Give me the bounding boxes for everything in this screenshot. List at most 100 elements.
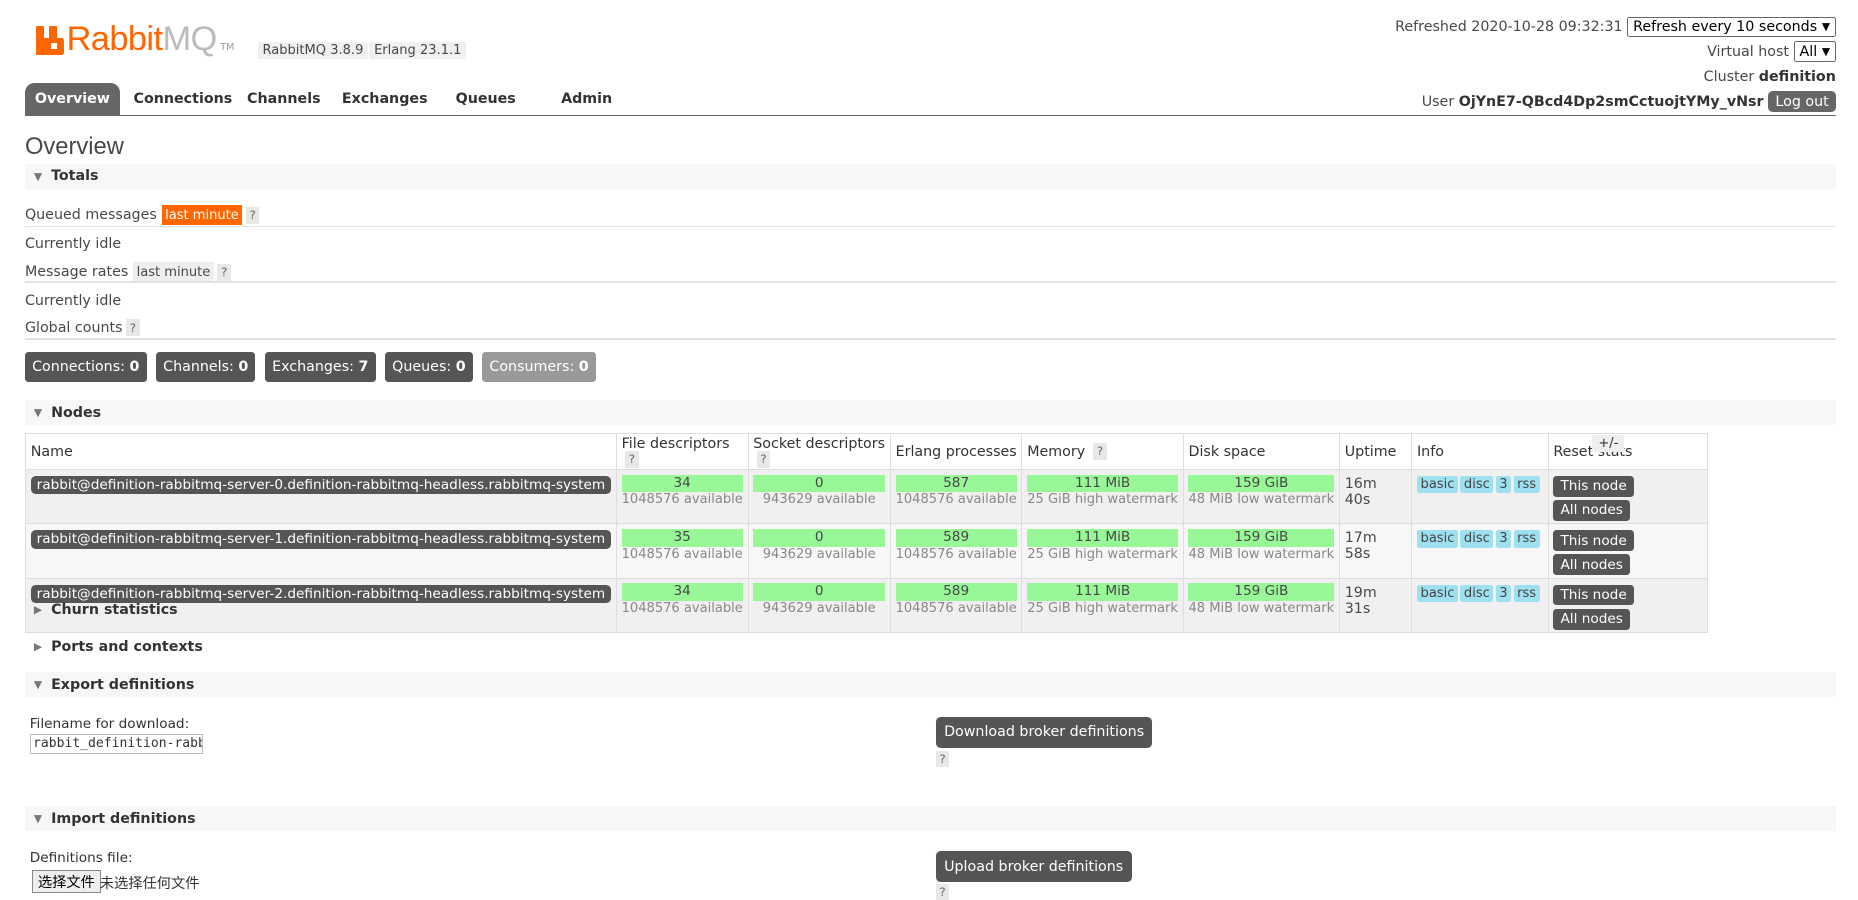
help-button[interactable]: ?	[217, 264, 231, 281]
node-name-link[interactable]: rabbit@definition-rabbitmq-server-0.defi…	[30, 475, 612, 495]
nodes-section-header[interactable]: ▼ Nodes	[24, 400, 1836, 426]
ep-available: 1048576 available	[895, 492, 1017, 508]
tab-admin[interactable]: Admin	[528, 83, 644, 116]
tab-divider	[24, 115, 1836, 117]
filename-input[interactable]: rabbit_definition-rabbitmq-server	[29, 733, 203, 754]
global-counts: Connections: 0 Channels: 0 Exchanges: 7 …	[24, 351, 605, 382]
help-button[interactable]: ?	[126, 319, 140, 336]
global-counts-row: Global counts ?	[25, 319, 140, 336]
vhost-label: Virtual host	[1707, 43, 1789, 60]
tab-connections[interactable]: Connections	[125, 83, 241, 116]
filename-label: Filename for download:	[29, 716, 190, 733]
node-name-link[interactable]: rabbit@definition-rabbitmq-server-1.defi…	[30, 530, 612, 549]
node-name-cell: rabbit@definition-rabbitmq-server-0.defi…	[24, 468, 617, 525]
sd-available: 943629 available	[762, 492, 876, 508]
fd-bar: 35	[621, 528, 743, 547]
info-tag: 3	[1495, 530, 1512, 548]
tab-channels[interactable]: Channels	[226, 83, 342, 116]
info-cell: basic disc 3 rss	[1411, 523, 1549, 579]
col-erlang-processes: Erlang processes	[889, 433, 1023, 470]
info-tag: disc	[1460, 530, 1494, 548]
page: RabbitMQ TM RabbitMQ 3.8.9 Erlang 23.1.1…	[0, 0, 1857, 900]
logout-button[interactable]: Log out	[1768, 91, 1836, 112]
reset-all-nodes-button[interactable]: All nodes	[1553, 500, 1630, 521]
reset-this-node-button[interactable]: This node	[1553, 530, 1634, 551]
help-button[interactable]: ?	[245, 207, 260, 224]
sd-cell: 0 943629 available	[747, 468, 891, 525]
churn-section-header[interactable]: ▶ Churn statistics	[25, 597, 1836, 622]
triangle-down-icon: ▼	[33, 678, 43, 692]
message-rates-row: Message rates last minute ?	[25, 262, 231, 283]
col-reset-stats: Reset stats	[1547, 433, 1708, 470]
rabbitmq-version: RabbitMQ 3.8.9	[257, 41, 369, 59]
help-button[interactable]: ?	[1093, 443, 1107, 460]
header-status: Refreshed 2020-10-28 09:32:31 Refresh ev…	[1395, 14, 1836, 114]
col-info: Info	[1411, 433, 1549, 470]
totals-section-header[interactable]: ▼ Totals	[24, 163, 1836, 189]
memory-watermark: 25 GiB high watermark	[1027, 546, 1178, 562]
tab-queues[interactable]: Queues	[428, 83, 544, 116]
refreshed-label: Refreshed 2020-10-28 09:32:31	[1395, 18, 1623, 35]
info-tag: basic	[1416, 475, 1458, 494]
queues-count-button[interactable]: Queues: 0	[385, 351, 473, 382]
tab-exchanges[interactable]: Exchanges	[327, 83, 443, 116]
node-name-cell: rabbit@definition-rabbitmq-server-1.defi…	[24, 523, 617, 579]
vhost-select[interactable]: All ▼	[1793, 41, 1836, 62]
refresh-select[interactable]: Refresh every 10 seconds ▼	[1627, 16, 1836, 37]
triangle-down-icon: ▼	[33, 169, 43, 183]
table-header-row: Name File descriptors ? Socket descripto…	[24, 433, 1708, 470]
memory-bar: 111 MiB	[1027, 528, 1178, 547]
section-title: Export definitions	[51, 676, 195, 693]
fd-available: 1048576 available	[621, 546, 743, 562]
user-name: OjYnE7-QBcd4Dp2smCctuojtYMy_vNsr	[1458, 93, 1764, 110]
help-button[interactable]: ?	[756, 451, 771, 468]
upload-definitions-button[interactable]: Upload broker definitions	[935, 851, 1132, 882]
rabbitmq-logo[interactable]: RabbitMQ TM	[35, 22, 234, 56]
rates-range-badge[interactable]: last minute	[133, 262, 214, 283]
definitions-file-label: Definitions file:	[29, 850, 133, 867]
tab-overview[interactable]: Overview	[24, 83, 120, 116]
idle-text: Currently idle	[24, 293, 122, 310]
col-uptime: Uptime	[1338, 433, 1413, 470]
exchanges-count-button[interactable]: Exchanges: 7	[264, 351, 376, 382]
ports-section-header[interactable]: ▶ Ports and contexts	[25, 634, 1836, 659]
consumers-count-button[interactable]: Consumers: 0	[482, 351, 596, 382]
connections-count-button[interactable]: Connections: 0	[24, 351, 147, 382]
main-tabs: Overview Connections Channels Exchanges …	[24, 83, 629, 116]
section-title: Totals	[51, 168, 99, 185]
triangle-down-icon: ▼	[33, 406, 43, 420]
toggle-columns-button[interactable]: +/-	[1592, 434, 1625, 452]
memory-cell: 111 MiB 25 GiB high watermark	[1021, 523, 1184, 579]
disk-bar: 159 GiB	[1188, 474, 1335, 493]
col-disk-space: Disk space	[1182, 433, 1340, 470]
help-button[interactable]: ?	[935, 750, 950, 767]
fd-available: 1048576 available	[621, 492, 743, 508]
info-tag: rss	[1513, 475, 1540, 494]
reset-all-nodes-button[interactable]: All nodes	[1553, 554, 1630, 576]
col-socket-descriptors: Socket descriptors ?	[747, 433, 891, 470]
channels-count-button[interactable]: Channels: 0	[156, 351, 256, 382]
ep-cell: 587 1048576 available	[889, 468, 1023, 525]
col-file-descriptors: File descriptors ?	[615, 433, 749, 470]
cluster-label: Cluster	[1703, 68, 1755, 85]
ep-available: 1048576 available	[895, 546, 1017, 562]
erlang-version: Erlang 23.1.1	[369, 41, 467, 59]
info-tag: rss	[1513, 530, 1540, 548]
fd-bar: 34	[621, 474, 743, 493]
queued-range-badge[interactable]: last minute	[161, 205, 243, 226]
export-section-header[interactable]: ▼ Export definitions	[24, 672, 1836, 698]
info-tag: basic	[1416, 530, 1458, 548]
sd-bar: 0	[753, 474, 886, 493]
info-tag: disc	[1460, 475, 1494, 494]
reset-cell: This node All nodes	[1547, 468, 1708, 525]
import-section-header[interactable]: ▼ Import definitions	[24, 806, 1836, 832]
memory-watermark: 25 GiB high watermark	[1027, 492, 1178, 508]
col-name: Name	[24, 433, 617, 470]
info-cell: basic disc 3 rss	[1411, 468, 1549, 525]
download-definitions-button[interactable]: Download broker definitions	[935, 717, 1153, 748]
help-button[interactable]: ?	[935, 883, 950, 900]
help-button[interactable]: ?	[625, 451, 639, 468]
memory-cell: 111 MiB 25 GiB high watermark	[1021, 468, 1184, 525]
disk-cell: 159 GiB 48 MiB low watermark	[1182, 523, 1340, 579]
reset-this-node-button[interactable]: This node	[1553, 475, 1634, 497]
